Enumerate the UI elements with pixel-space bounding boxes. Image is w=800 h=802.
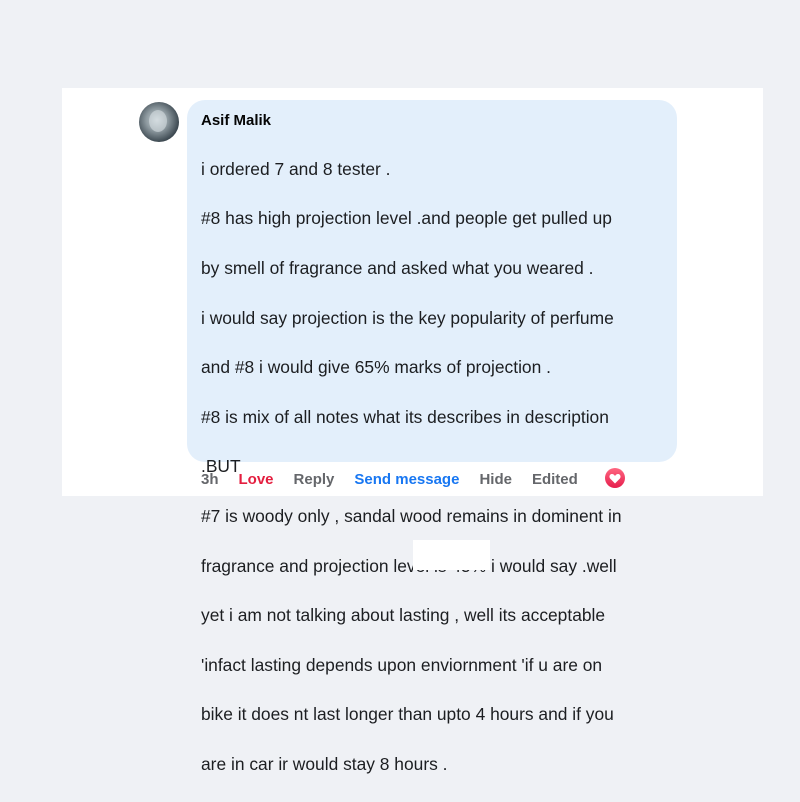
reply-button[interactable]: Reply <box>294 471 335 488</box>
comment-line: i ordered 7 and 8 tester . <box>201 158 391 179</box>
comment-line: #8 has high projection level .and people… <box>201 208 612 229</box>
comment-line: by smell of fragrance and asked what you… <box>201 257 594 278</box>
reaction-badge[interactable] <box>604 467 626 489</box>
comment-line: and #8 i would give 65% marks of project… <box>201 357 551 378</box>
love-button[interactable]: Love <box>239 471 274 488</box>
comment-text: i ordered 7 and 8 tester . #8 has high p… <box>201 132 665 802</box>
comment-line: bike it does nt last longer than upto 4 … <box>201 704 614 725</box>
comment-line: 'infact lasting depends upon enviornment… <box>201 654 603 675</box>
comment-line: #8 is mix of all notes what its describe… <box>201 406 609 427</box>
send-message-button[interactable]: Send message <box>354 471 459 488</box>
comment-author[interactable]: Asif Malik <box>201 111 665 131</box>
edited-label[interactable]: Edited <box>532 471 578 488</box>
avatar[interactable] <box>139 102 179 142</box>
comment-line: yet i am not talking about lasting , wel… <box>201 605 606 626</box>
hide-button[interactable]: Hide <box>479 471 512 488</box>
heart-icon <box>605 468 625 488</box>
blank-panel <box>413 540 490 570</box>
comment-line: are in car ir would stay 8 hours . <box>201 753 448 774</box>
comment-line: i would say projection is the key popula… <box>201 307 614 328</box>
comment-line: #7 is woody only , sandal wood remains i… <box>201 505 622 526</box>
comment-actions: 3h Love Reply Send message Hide Edited <box>201 468 598 490</box>
avatar-highlight <box>149 110 167 132</box>
comment-bubble: Asif Malik i ordered 7 and 8 tester . #8… <box>187 100 677 774</box>
timestamp-link[interactable]: 3h <box>201 471 219 488</box>
